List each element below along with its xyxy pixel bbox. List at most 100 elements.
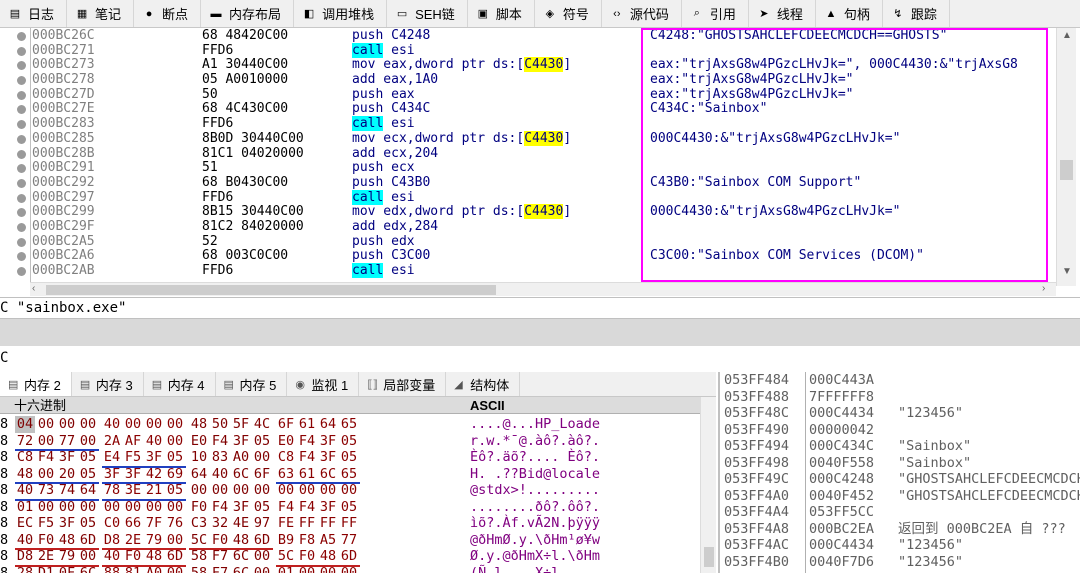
dump-byte[interactable]: 04 (15, 416, 35, 433)
dump-byte[interactable]: AF (123, 433, 143, 450)
dump-byte[interactable]: 6D (165, 548, 185, 565)
dump-byte[interactable]: 21 (144, 482, 164, 499)
dump-byte[interactable]: 00 (252, 482, 272, 499)
dump-byte[interactable]: 73 (36, 482, 56, 499)
dump-byte[interactable]: 05 (165, 482, 185, 499)
dump-byte[interactable]: 00 (297, 565, 317, 573)
dump-byte[interactable]: 00 (78, 548, 98, 565)
dump-byte[interactable]: 00 (144, 416, 164, 433)
dump-byte[interactable]: 42 (144, 466, 164, 483)
dump-byte[interactable]: 3F (231, 433, 251, 450)
scroll-thumb[interactable] (46, 285, 496, 295)
dump-byte[interactable]: 00 (57, 416, 77, 433)
dump-byte[interactable]: 00 (165, 499, 185, 516)
stack-row[interactable]: 053FF498 0040F558 "Sainbox" (720, 455, 1080, 472)
dump-byte[interactable]: 64 (318, 416, 338, 433)
stack-row[interactable]: 053FF4B0 0040F7D6 "123456" (720, 554, 1080, 571)
scroll-right-icon[interactable]: › (1042, 283, 1045, 294)
dump-byte[interactable]: 61 (297, 466, 317, 483)
dump-byte[interactable]: 7F (144, 515, 164, 532)
dump-byte[interactable]: 4E (231, 515, 251, 532)
dump-tab[interactable]: ◉ 监视 1 (287, 372, 360, 396)
dump-byte[interactable]: 00 (102, 499, 122, 516)
dump-byte[interactable]: B9 (276, 532, 296, 549)
breakpoint-dot-icon[interactable] (17, 252, 26, 262)
dump-byte[interactable]: 28 (15, 565, 35, 573)
tab-memory-map[interactable]: ▬ 内存布局 (201, 0, 295, 27)
dump-byte[interactable]: E0 (276, 433, 296, 450)
stack-row[interactable]: 053FF484 000C443A (720, 372, 1080, 389)
dump-byte[interactable]: 20 (57, 466, 77, 483)
dump-byte[interactable]: F4 (297, 433, 317, 450)
dump-vertical-scrollbar[interactable] (700, 397, 716, 573)
dump-byte[interactable]: 48 (144, 548, 164, 565)
dump-byte[interactable]: 00 (339, 565, 359, 573)
dump-byte[interactable]: A0 (144, 565, 164, 573)
breakpoint-dot-icon[interactable] (17, 267, 26, 276)
dump-byte[interactable]: 40 (15, 532, 35, 549)
dump-byte[interactable]: 05 (252, 433, 272, 450)
dump-byte[interactable]: F0 (297, 548, 317, 565)
tab-symbols[interactable]: ◈ 符号 (535, 0, 602, 27)
dump-byte[interactable]: F4 (36, 449, 56, 466)
stack-row[interactable]: 053FF4A4 053FF5CC (720, 504, 1080, 521)
dump-byte[interactable]: C0 (102, 515, 122, 532)
dump-byte[interactable]: 77 (339, 532, 359, 549)
stack-row[interactable]: 053FF4A0 0040F452 "GHOSTSAHCLEFCDEECMCDCH=… (720, 488, 1080, 505)
dump-byte[interactable]: 00 (252, 548, 272, 565)
dump-byte[interactable]: 00 (123, 499, 143, 516)
dump-byte[interactable]: EC (15, 515, 35, 532)
dump-byte[interactable]: 00 (36, 499, 56, 516)
dump-byte[interactable]: 05 (78, 515, 98, 532)
dump-byte[interactable]: 00 (78, 499, 98, 516)
breakpoint-dot-icon[interactable] (17, 237, 26, 247)
dump-byte[interactable]: FE (276, 515, 296, 532)
tab-breakpoint[interactable]: ● 断点 (134, 0, 202, 27)
dump-tab[interactable]: ◢ 结构体 (446, 372, 521, 396)
dump-byte[interactable]: 50 (210, 416, 230, 433)
dump-byte[interactable]: FF (318, 515, 338, 532)
dump-byte[interactable]: 00 (318, 565, 338, 573)
breakpoint-dot-icon[interactable] (17, 76, 26, 86)
dump-byte[interactable]: 76 (165, 515, 185, 532)
scroll-up-icon[interactable]: ▲ (1062, 30, 1072, 41)
dump-byte[interactable]: F4 (297, 499, 317, 516)
dump-byte[interactable]: 05 (78, 466, 98, 483)
dump-byte[interactable]: 2A (102, 433, 122, 450)
dump-byte[interactable]: F0 (210, 532, 230, 549)
dump-byte[interactable]: 2E (36, 548, 56, 565)
dump-byte[interactable]: D8 (15, 548, 35, 565)
dump-byte[interactable]: 00 (36, 416, 56, 433)
dump-byte[interactable]: F8 (297, 532, 317, 549)
tab-trace[interactable]: ↯ 跟踪 (883, 0, 950, 27)
dump-byte[interactable]: 61 (297, 416, 317, 433)
dump-byte[interactable]: 77 (57, 433, 77, 450)
breakpoint-dot-icon[interactable] (17, 61, 26, 71)
dump-byte[interactable]: 01 (276, 565, 296, 573)
dump-byte[interactable]: 00 (78, 433, 98, 450)
stack-row[interactable]: 053FF488 7FFFFFF8 (720, 389, 1080, 406)
dump-byte[interactable]: A5 (318, 532, 338, 549)
dump-byte[interactable]: 5C (276, 548, 296, 565)
dump-byte[interactable]: 4C (252, 416, 272, 433)
breakpoint-dot-icon[interactable] (17, 134, 26, 144)
tab-threads[interactable]: ➤ 线程 (749, 0, 816, 27)
dump-byte[interactable]: F0 (123, 548, 143, 565)
dump-byte[interactable]: 72 (15, 433, 35, 450)
tab-source[interactable]: ‹› 源代码 (602, 0, 682, 27)
dump-byte[interactable]: 64 (189, 466, 209, 483)
tab-script[interactable]: ▣ 脚本 (468, 0, 535, 27)
breakpoint-dot-icon[interactable] (17, 193, 26, 203)
dump-byte[interactable]: 48 (318, 548, 338, 565)
dump-byte[interactable]: 3F (318, 433, 338, 450)
dump-byte[interactable]: 01 (15, 499, 35, 516)
stack-row[interactable]: 053FF4AC 000C4434 "123456" (720, 537, 1080, 554)
breakpoint-dot-icon[interactable] (17, 208, 26, 218)
dump-byte[interactable]: 00 (36, 433, 56, 450)
dump-byte[interactable]: 58 (189, 548, 209, 565)
dump-byte[interactable]: 00 (210, 482, 230, 499)
dump-byte[interactable]: 58 (189, 565, 209, 573)
dump-byte[interactable]: E4 (102, 449, 122, 466)
dump-byte[interactable]: 32 (210, 515, 230, 532)
dump-byte[interactable]: 3F (318, 449, 338, 466)
